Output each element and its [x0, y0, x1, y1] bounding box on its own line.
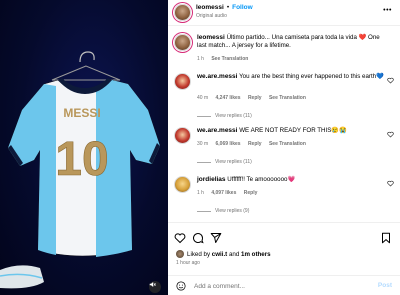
caption-username[interactable]: leomessi: [197, 34, 225, 41]
liker-avatar[interactable]: [176, 250, 184, 258]
author-username[interactable]: leomessi: [196, 4, 224, 11]
separator-dot: •: [226, 4, 230, 11]
see-translation-button[interactable]: See Translation: [269, 95, 306, 101]
share-icon[interactable]: [210, 232, 222, 244]
comment-likes[interactable]: 6,069 likes: [216, 141, 241, 147]
comment-meta: 40 m 4,247 likes Reply See Translation: [197, 95, 312, 101]
see-translation-button[interactable]: See Translation: [269, 141, 306, 147]
post-image[interactable]: MESSI 10: [0, 0, 168, 295]
caption-text: Último partido... Una camiseta para toda…: [197, 34, 380, 49]
caption-see-translation[interactable]: See Translation: [211, 56, 248, 62]
comment-time[interactable]: 40 m: [197, 95, 208, 101]
audio-label[interactable]: Original audio: [196, 13, 227, 19]
caption: leomessi Último partido... Una camiseta …: [174, 34, 398, 62]
commenter-avatar[interactable]: [174, 127, 191, 144]
view-replies-label: View replies (11): [215, 113, 252, 119]
post-footer: Liked by cwii.t and 1m others 1 hour ago…: [168, 222, 400, 295]
comment-icon[interactable]: [192, 232, 204, 244]
comment-likes[interactable]: 4,247 likes: [216, 95, 241, 101]
caption-text-block: leomessi Último partido... Una camiseta …: [197, 34, 385, 50]
mute-icon: [149, 282, 156, 287]
comment-text-block: we.are.messi You are the best thing ever…: [197, 73, 385, 81]
comment-time[interactable]: 1 h: [197, 190, 204, 196]
caption-meta: 1 h See Translation: [197, 56, 254, 62]
heart-icon[interactable]: [174, 232, 186, 244]
caption-time[interactable]: 1 h: [197, 56, 204, 62]
commenter-username[interactable]: jordielias: [197, 176, 226, 183]
post-comment-button[interactable]: Post: [378, 282, 392, 289]
replies-divider: [197, 161, 211, 163]
jersey-number: 10: [55, 133, 108, 186]
comment-meta: 30 m 6,069 likes Reply See Translation: [197, 141, 312, 147]
replies-divider: [197, 210, 211, 212]
comment-text: Uffffff!! Te amooooooo💗: [227, 176, 296, 183]
reply-button[interactable]: Reply: [244, 190, 258, 196]
list-item: we.are.messi WE ARE NOT READY FOR THIS😢😭…: [174, 127, 398, 173]
view-replies-button[interactable]: View replies (9): [197, 208, 249, 214]
follow-button[interactable]: Follow: [232, 4, 253, 11]
heart-icon[interactable]: [387, 77, 394, 84]
liked-others[interactable]: 1m others: [241, 251, 271, 258]
comment-text-block: we.are.messi WE ARE NOT READY FOR THIS😢😭: [197, 127, 385, 135]
bookmark-icon[interactable]: [380, 232, 392, 244]
view-replies-label: View replies (11): [215, 159, 252, 165]
view-replies-label: View replies (9): [215, 208, 250, 214]
post-timestamp[interactable]: 1 hour ago: [176, 260, 200, 266]
list-item: jordielias Uffffff!! Te amooooooo💗 1 h 4…: [174, 176, 398, 222]
commenter-avatar[interactable]: [174, 73, 191, 90]
comment-text-block: jordielias Uffffff!! Te amooooooo💗: [197, 176, 385, 184]
comment-input[interactable]: [194, 280, 364, 292]
post-details-pane: leomessi • Follow Original audio ••• leo…: [168, 0, 400, 295]
more-icon[interactable]: •••: [383, 7, 392, 14]
reply-button[interactable]: Reply: [248, 141, 262, 147]
heart-icon[interactable]: [387, 180, 394, 187]
liked-prefix: Liked by: [187, 250, 212, 258]
likes-summary: Liked by cwii.t and 1m others: [176, 250, 271, 258]
commenter-username[interactable]: we.are.messi: [197, 73, 237, 80]
heart-icon[interactable]: [387, 131, 394, 138]
mute-button[interactable]: [149, 281, 161, 293]
comment-likes[interactable]: 4,097 likes: [211, 190, 236, 196]
view-replies-button[interactable]: View replies (11): [197, 113, 252, 119]
add-comment-bar: Post: [168, 275, 400, 295]
list-item: we.are.messi You are the best thing ever…: [174, 73, 398, 127]
liked-and: and: [227, 250, 242, 258]
jersey-image: MESSI 10: [0, 51, 161, 289]
comment-text: You are the best thing ever happened to …: [239, 73, 384, 80]
caption-avatar[interactable]: [174, 34, 191, 51]
replies-divider: [197, 115, 211, 117]
post-header: leomessi • Follow Original audio •••: [168, 0, 400, 26]
action-bar: [174, 232, 394, 244]
view-replies-button[interactable]: View replies (11): [197, 159, 252, 165]
jersey-name: MESSI: [63, 106, 100, 120]
comment-meta: 1 h 4,097 likes Reply: [197, 190, 263, 196]
author-avatar[interactable]: [174, 4, 191, 21]
liked-user[interactable]: cwii.t: [212, 251, 227, 258]
comment-time[interactable]: 30 m: [197, 141, 208, 147]
comments-list[interactable]: leomessi Último partido... Una camiseta …: [168, 27, 400, 222]
commenter-username[interactable]: we.are.messi: [197, 127, 237, 134]
comment-text: WE ARE NOT READY FOR THIS😢😭: [239, 127, 347, 134]
commenter-avatar[interactable]: [174, 176, 191, 193]
reply-button[interactable]: Reply: [248, 95, 262, 101]
emoji-icon[interactable]: [176, 281, 186, 291]
